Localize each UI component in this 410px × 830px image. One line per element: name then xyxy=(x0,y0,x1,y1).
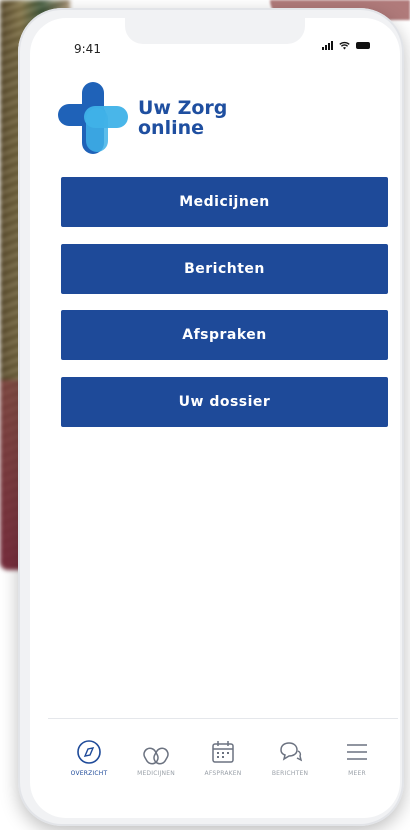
main-menu: Medicijnen Berichten Afspraken Uw dossie… xyxy=(61,177,388,443)
uw-dossier-button[interactable]: Uw dossier xyxy=(61,376,388,427)
tab-bar: OVERZICHT MEDICIJNEN AFSPRAKEN BERICHTEN xyxy=(48,718,398,790)
wifi-icon xyxy=(339,41,350,49)
signal-icon xyxy=(322,40,333,50)
tab-label: AFSPRAKEN xyxy=(204,770,242,777)
status-icons xyxy=(322,40,370,50)
tab-berichten[interactable]: BERICHTEN xyxy=(259,719,321,790)
logo-text: Uw Zorg online xyxy=(138,98,227,138)
tab-label: MEER xyxy=(348,770,366,777)
cross-logo-icon xyxy=(58,82,128,154)
tab-label: BERICHTEN xyxy=(271,770,309,777)
logo-text-line2: online xyxy=(138,117,205,139)
calendar-icon xyxy=(212,741,234,763)
medicijnen-button[interactable]: Medicijnen xyxy=(61,177,388,227)
phone-notch xyxy=(125,18,305,44)
menu-icon xyxy=(347,744,367,760)
tab-meer[interactable]: MEER xyxy=(326,719,388,790)
battery-icon xyxy=(356,41,370,49)
berichten-button[interactable]: Berichten xyxy=(61,243,388,294)
afspraken-button[interactable]: Afspraken xyxy=(61,310,388,360)
status-time: 9:41 xyxy=(74,42,101,56)
compass-icon xyxy=(77,740,101,764)
tab-afspraken[interactable]: AFSPRAKEN xyxy=(192,719,254,790)
logo-text-line1: Uw Zorg xyxy=(138,97,228,119)
tab-medicijnen[interactable]: MEDICIJNEN xyxy=(125,719,187,790)
pill-icon xyxy=(143,747,169,765)
tab-label: MEDICIJNEN xyxy=(137,770,175,777)
tab-overzicht[interactable]: OVERZICHT xyxy=(58,719,120,790)
app-logo: Uw Zorg online xyxy=(58,82,227,154)
chat-icon xyxy=(280,742,303,762)
tab-label: OVERZICHT xyxy=(70,770,108,777)
